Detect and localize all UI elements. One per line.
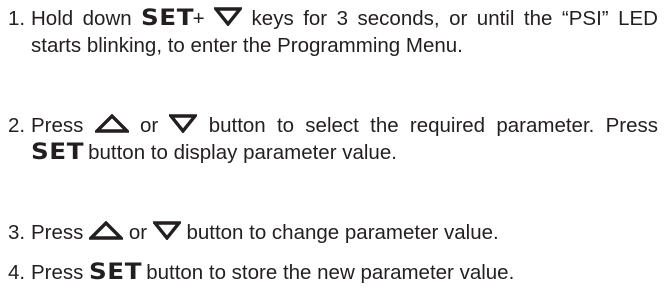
step-text: Hold down SET+ keys for 3 seconds, or un… [31,5,658,59]
step-text-b: button to display parameter value. [88,141,397,164]
set-key-label: SET [89,260,143,285]
press-word: Press [31,221,84,244]
instruction-list: 1. Hold down SET+ keys for 3 seconds, or… [0,0,669,297]
up-arrow-icon [94,114,129,133]
step-text-start: Hold down [31,7,132,30]
step-text: button to store the new parameter value. [146,261,515,284]
down-arrow-icon [152,221,181,240]
step-text-continue: keys for 3 seconds, or until the [251,7,553,30]
press-word: Press [31,261,84,284]
set-key-label: SET [31,140,85,165]
step-text: Press or button to change parameter valu… [31,219,658,246]
set-key-label: SET [141,6,195,31]
down-arrow-icon [169,114,198,133]
plus-sign: + [192,7,205,30]
step-number: 1. [8,7,26,30]
step-3: 3. Press or button to change parameter v… [8,219,658,246]
step-2: 2. Press or button to select the require… [8,112,658,166]
press-word: Press [31,114,84,137]
step-text: Press SET button to store the new parame… [31,259,658,286]
step-number: 2. [8,114,26,137]
down-arrow-icon [214,7,243,26]
step-number: 4. [8,261,26,284]
step-text: button to change parameter value. [186,221,499,244]
step-4: 4. Press SET button to store the new par… [8,259,658,286]
step-number: 3. [8,221,26,244]
step-text-a: button to select the required parameter.… [208,114,658,137]
or-word: or [139,114,159,137]
step-1: 1. Hold down SET+ keys for 3 seconds, or… [8,5,658,59]
or-word: or [128,221,148,244]
up-arrow-icon [89,221,124,240]
step-text: Press or button to select the required p… [31,112,658,166]
